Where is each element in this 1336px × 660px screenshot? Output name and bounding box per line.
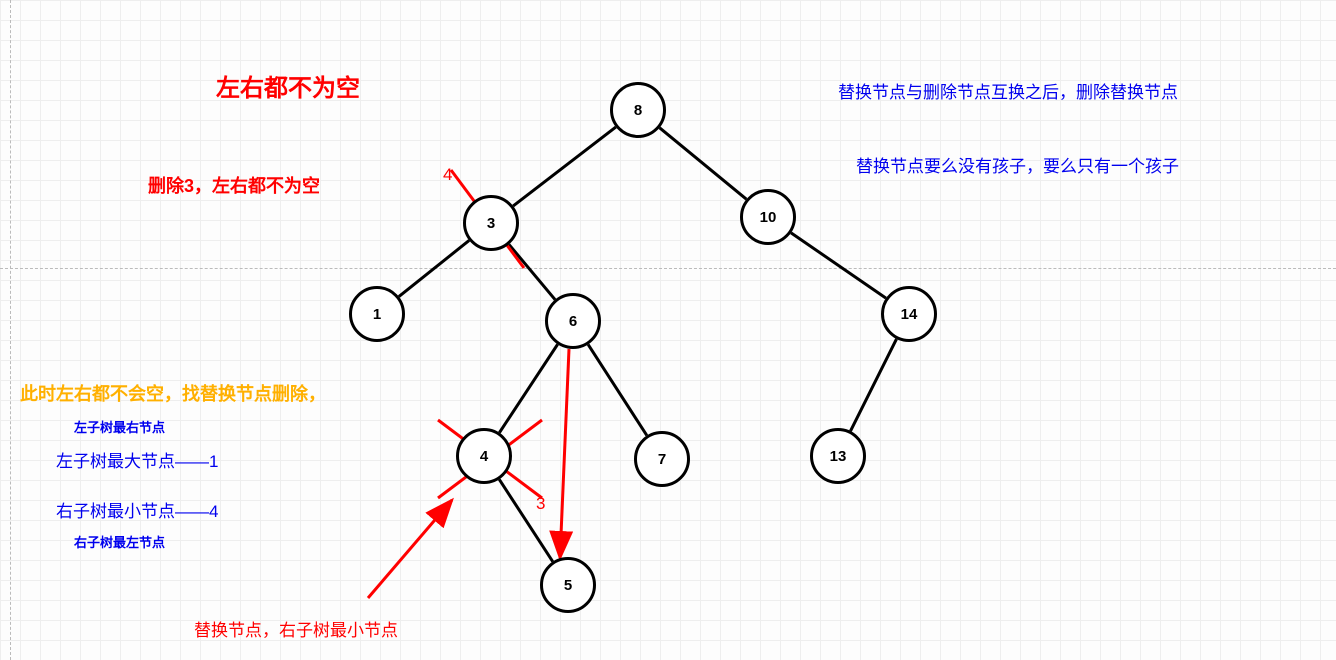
edge-4-5 [499, 479, 552, 561]
subtitle: 删除3，左右都不为空 [148, 172, 320, 198]
swap-label-top: 4 [443, 165, 452, 185]
top-right-1: 替换节点与删除节点互换之后，删除替换节点 [838, 78, 1178, 103]
edge-3-6 [509, 244, 555, 299]
tree-node-5: 5 [540, 557, 596, 613]
redline-arrow_6to5 [560, 349, 569, 558]
tree-node-14: 14 [881, 286, 937, 342]
diagram-stage: 8 3 10 1 6 14 4 7 13 5 左右都不为空 删除3，左右都不为空 此时左右都不会空… [0, 0, 1336, 660]
swap-label-bottom: 3 [536, 494, 545, 514]
tree-node-10: 10 [740, 189, 796, 245]
edge-6-7 [588, 345, 647, 436]
tree-node-8: 8 [610, 82, 666, 138]
top-right-2: 替换节点要么没有孩子，要么只有一个孩子 [856, 152, 1179, 177]
note-small-right: 右子树最左节点 [74, 532, 165, 551]
redline-arrow_to4 [368, 500, 452, 598]
edge-8-3 [513, 127, 616, 206]
note-left-max: 左子树最大节点——1 [56, 447, 218, 472]
note-right-min: 右子树最小节点——4 [56, 497, 218, 522]
edge-10-14 [791, 233, 886, 298]
tree-node-1: 1 [349, 286, 405, 342]
tree-node-3: 3 [463, 195, 519, 251]
tree-node-4: 4 [456, 428, 512, 484]
tree-node-6: 6 [545, 293, 601, 349]
note-small-left: 左子树最右节点 [74, 417, 165, 436]
title: 左右都不为空 [216, 68, 360, 103]
edge-8-10 [660, 128, 747, 199]
tree-node-7: 7 [634, 431, 690, 487]
edge-3-1 [399, 240, 469, 296]
edge-14-13 [851, 339, 897, 431]
edge-6-4 [499, 344, 557, 432]
note-yellow: 此时左右都不会空，找替换节点删除， [20, 380, 326, 406]
arrow-caption: 替换节点，右子树最小节点 [194, 616, 398, 641]
tree-node-13: 13 [810, 428, 866, 484]
